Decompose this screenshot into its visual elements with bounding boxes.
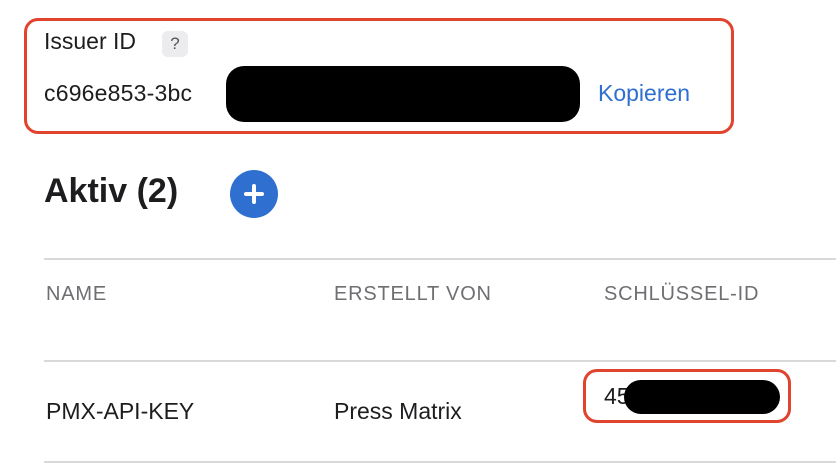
column-header-created-by[interactable]: ERSTELLT VON [334,283,492,306]
plus-icon [244,184,264,204]
key-name-cell: PMX-API-KEY [46,398,195,424]
table-header-divider [44,360,836,362]
add-key-button[interactable] [230,170,278,218]
column-header-name[interactable]: NAME [46,283,107,306]
table-top-divider [44,258,836,260]
help-icon[interactable]: ? [162,31,188,57]
issuer-id-redaction [226,66,580,122]
copy-issuer-id-link[interactable]: Kopieren [598,80,690,107]
section-title-active: Aktiv (2) [44,172,179,210]
column-header-key-id[interactable]: SCHLÜSSEL-ID [604,283,759,306]
key-id-redaction [624,380,780,414]
table-row-divider [44,461,836,463]
issuer-id-label: Issuer ID [44,28,137,54]
created-by-cell: Press Matrix [334,398,462,424]
